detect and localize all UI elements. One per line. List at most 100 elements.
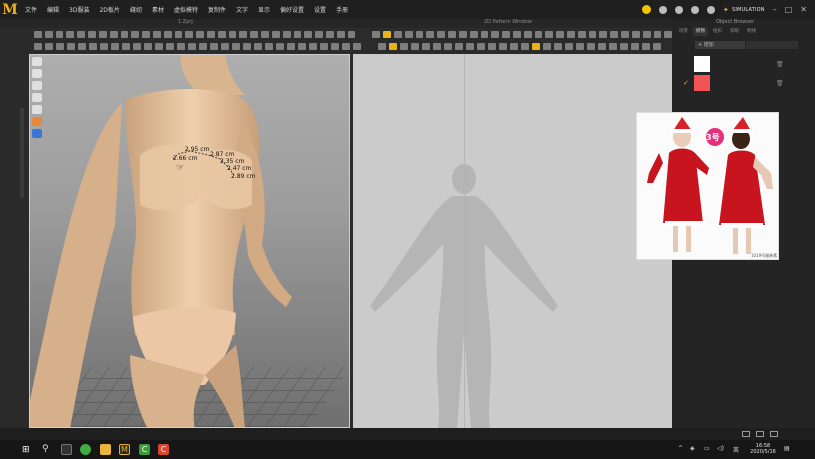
tool-icon[interactable] <box>120 31 129 38</box>
tool-icon[interactable] <box>34 43 42 50</box>
tool-icon[interactable] <box>100 43 108 50</box>
tool-icon[interactable] <box>577 31 586 38</box>
tool-icon[interactable] <box>389 43 397 50</box>
tool-icon[interactable] <box>653 31 662 38</box>
trash-icon[interactable]: 🗑 <box>776 61 784 68</box>
tool-icon[interactable] <box>347 31 356 38</box>
menu-item[interactable]: 显示 <box>253 5 275 14</box>
tool-icon[interactable] <box>261 31 269 38</box>
tool-icon[interactable] <box>532 43 540 50</box>
tool-icon[interactable] <box>174 31 183 38</box>
menu-item[interactable]: 素材 <box>147 5 169 14</box>
tool-icon[interactable] <box>523 31 532 38</box>
tool-icon[interactable] <box>196 31 204 38</box>
tool-icon[interactable] <box>293 31 302 38</box>
tool-icon[interactable] <box>287 43 295 50</box>
tool-icon[interactable] <box>77 31 86 38</box>
tool-icon[interactable] <box>122 43 130 50</box>
camtasia-icon[interactable]: C <box>139 444 150 455</box>
tool-icon[interactable] <box>45 43 53 50</box>
tool-icon[interactable] <box>642 31 651 38</box>
tool-icon[interactable] <box>89 43 97 50</box>
reference-image[interactable]: 3号 1019号服装素 <box>636 112 779 260</box>
task-view-icon[interactable] <box>61 444 72 455</box>
tool-icon[interactable] <box>177 43 185 50</box>
tool-icon[interactable] <box>298 43 306 50</box>
tool-icon[interactable] <box>56 43 64 50</box>
tool-icon[interactable] <box>320 43 328 50</box>
tool-icon[interactable] <box>394 31 402 38</box>
tool-icon[interactable] <box>491 31 500 38</box>
tool-icon[interactable] <box>653 43 661 50</box>
menu-item[interactable]: 编辑 <box>42 5 64 14</box>
menu-item[interactable]: 手册 <box>331 5 353 14</box>
tool-icon[interactable] <box>510 43 518 50</box>
audio-icon[interactable] <box>658 5 667 14</box>
tool-icon[interactable] <box>250 31 259 38</box>
tool-icon[interactable] <box>567 31 575 38</box>
tool-icon[interactable] <box>239 31 248 38</box>
folder-icon[interactable] <box>100 444 111 455</box>
avatar-display-icon[interactable] <box>32 117 42 126</box>
gizmo-tool-icon[interactable] <box>32 69 42 78</box>
garment-tool-icon[interactable] <box>32 93 42 102</box>
tool-icon[interactable] <box>217 31 226 38</box>
tool-icon[interactable] <box>131 31 140 38</box>
tool-icon[interactable] <box>610 31 619 38</box>
tool-icon[interactable] <box>44 31 53 38</box>
figure-tool-icon[interactable] <box>32 81 42 90</box>
viewport-3d[interactable]: 2.95 cm 2.66 cm 2.87 cm 2.35 cm 2.47 cm … <box>29 54 350 428</box>
menu-item[interactable]: 2D板片 <box>94 5 124 14</box>
tool-icon[interactable] <box>620 43 628 50</box>
tool-icon[interactable] <box>243 43 251 50</box>
avatar-tool-icon[interactable] <box>32 57 42 66</box>
menu-item[interactable]: 文件 <box>20 5 42 14</box>
tool-icon[interactable] <box>271 31 280 38</box>
tool-icon[interactable] <box>210 43 218 50</box>
menu-item[interactable]: 设置 <box>309 5 331 14</box>
tool-icon[interactable] <box>512 31 521 38</box>
tool-icon[interactable] <box>631 31 640 38</box>
tray-chevron-icon[interactable]: ^ <box>678 445 683 452</box>
tool-icon[interactable] <box>353 43 361 50</box>
tool-icon[interactable] <box>378 43 386 50</box>
menu-item[interactable]: 3D服装 <box>64 5 94 14</box>
tool-icon[interactable] <box>228 31 237 38</box>
tool-icon[interactable] <box>282 31 291 38</box>
tool-icon[interactable] <box>372 31 381 38</box>
input-language[interactable]: 英 <box>733 445 739 454</box>
tool-icon[interactable] <box>488 43 496 50</box>
tool-icon[interactable] <box>458 31 467 38</box>
tool-icon[interactable] <box>199 43 207 50</box>
tab-scene[interactable]: 场景 <box>676 27 691 36</box>
maximize-button[interactable]: □ <box>785 5 793 14</box>
tool-icon[interactable] <box>254 43 262 50</box>
tool-icon[interactable] <box>521 43 529 50</box>
menu-item[interactable]: 偏好设置 <box>275 5 309 14</box>
tool-icon[interactable] <box>545 31 554 38</box>
tool-icon[interactable] <box>185 31 194 38</box>
minimize-button[interactable]: – <box>773 5 777 14</box>
close-button[interactable]: ✕ <box>800 5 807 14</box>
fabric-item[interactable]: ✓ 🗑 <box>672 74 815 92</box>
tool-icon[interactable] <box>598 43 606 50</box>
tool-icon[interactable] <box>155 43 163 50</box>
app-logo[interactable]: M <box>0 0 20 19</box>
tray-shield-icon[interactable]: ◈ <box>690 445 695 452</box>
tool-icon[interactable] <box>499 43 507 50</box>
user-icon[interactable] <box>641 5 651 14</box>
layout-icon[interactable] <box>770 431 778 437</box>
menu-item[interactable]: 复制件 <box>203 5 231 14</box>
layout-icon[interactable] <box>756 431 764 437</box>
tool-icon[interactable] <box>609 43 617 50</box>
filter-field[interactable] <box>746 41 798 49</box>
tool-icon[interactable] <box>411 43 419 50</box>
tool-icon[interactable] <box>55 31 64 38</box>
notification-icon[interactable]: ▤ <box>784 445 790 452</box>
tool-icon[interactable] <box>78 43 86 50</box>
windows-start-icon[interactable]: ⊞ <box>22 445 30 455</box>
tool-icon[interactable] <box>142 31 150 38</box>
trash-icon[interactable]: 🗑 <box>776 80 784 87</box>
tool-icon[interactable] <box>232 43 240 50</box>
recorder-icon[interactable]: C <box>158 444 169 455</box>
